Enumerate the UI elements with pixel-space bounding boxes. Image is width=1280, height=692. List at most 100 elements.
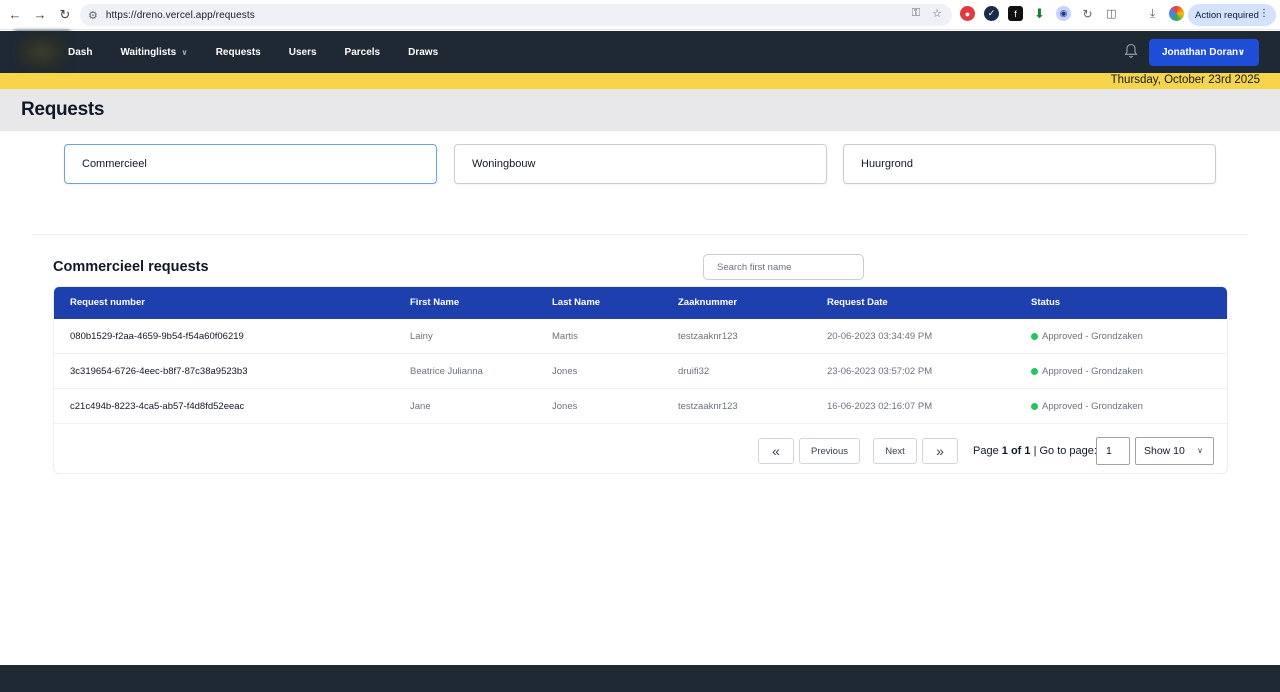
tile-label: Commercieel xyxy=(82,158,147,170)
page-word: Page xyxy=(973,445,999,457)
cell-first-name: Jane xyxy=(410,401,431,412)
nav-item-parcels[interactable]: Parcels xyxy=(345,47,381,58)
next-label: Next xyxy=(885,445,905,457)
column-header[interactable]: Request number xyxy=(70,297,145,308)
extension-check-icon[interactable]: ✓ xyxy=(984,6,999,21)
tile-label: Huurgrond xyxy=(861,158,913,170)
extensions-puzzle-icon[interactable]: ◫ xyxy=(1104,6,1119,21)
url-text: https://dreno.vercel.app/requests xyxy=(105,9,255,21)
column-header[interactable]: Zaaknummer xyxy=(678,297,737,308)
cell-request-number: 080b1529-f2aa-4659-9b54-f54a60f06219 xyxy=(70,331,244,342)
page-size-value: Show 10 xyxy=(1144,445,1185,457)
profile-avatar-icon[interactable] xyxy=(1169,6,1184,21)
nav-item-label: Waitinglists xyxy=(120,46,177,58)
chevron-down-icon: ∨ xyxy=(181,47,188,57)
nav-item-label: Draws xyxy=(408,46,439,58)
column-header[interactable]: Request Date xyxy=(827,297,888,308)
more-vert-icon: ⋮ xyxy=(1259,8,1269,19)
go-to-page-input[interactable] xyxy=(1096,437,1130,465)
nav-item-requests[interactable]: Requests xyxy=(216,47,261,58)
date-banner: Thursday, October 23rd 2025 xyxy=(0,73,1280,89)
cell-zaaknummer: testzaaknr123 xyxy=(678,401,738,412)
forward-icon[interactable]: → xyxy=(29,4,51,26)
nav-item-users[interactable]: Users xyxy=(289,47,317,58)
nav-item-dash[interactable]: Dash xyxy=(68,47,92,58)
download-arrow-icon[interactable]: ⬇ xyxy=(1032,6,1047,21)
status-text: Approved - Grondzaken xyxy=(1042,401,1143,412)
cell-request-date: 16-06-2023 02:16:07 PM xyxy=(827,401,933,412)
table-row[interactable]: 080b1529-f2aa-4659-9b54-f54a60f06219 Lai… xyxy=(54,319,1227,354)
reload-icon[interactable]: ↻ xyxy=(54,4,76,26)
nav-item-label: Dash xyxy=(68,46,93,58)
table-row[interactable]: 3c319654-6726-4eec-b8f7-87c38a9523b3 Bea… xyxy=(54,354,1227,389)
search-input[interactable] xyxy=(703,254,864,280)
cell-status: Approved - Grondzaken xyxy=(1031,331,1143,342)
nav-item-draws[interactable]: Draws xyxy=(408,47,438,58)
status-dot-icon xyxy=(1031,332,1038,340)
nav-item-waitinglists[interactable]: Waitinglists ∨ xyxy=(120,47,187,58)
extension-f-icon[interactable]: f xyxy=(1008,6,1023,21)
downloads-icon[interactable]: ⤓ xyxy=(1145,6,1160,21)
column-header[interactable]: First Name xyxy=(410,297,459,308)
cell-request-number: c21c494b-8223-4ca5-ab57-f4d8fd52eeac xyxy=(70,401,245,412)
cell-request-number: 3c319654-6726-4eec-b8f7-87c38a9523b3 xyxy=(70,366,248,377)
cell-first-name: Lainy xyxy=(410,331,433,342)
nav-item-label: Parcels xyxy=(344,46,381,58)
tile-huurgrond[interactable]: Huurgrond xyxy=(843,144,1216,184)
password-key-icon[interactable]: ⚿ xyxy=(912,7,920,20)
bookmark-star-icon[interactable]: ☆ xyxy=(932,7,942,20)
extension-globe-icon[interactable]: ◉ xyxy=(1056,6,1071,21)
page-header: Requests xyxy=(0,89,1280,131)
column-header[interactable]: Status xyxy=(1031,297,1060,308)
next-page-button[interactable]: Next xyxy=(873,438,917,464)
table-row[interactable]: c21c494b-8223-4ca5-ab57-f4d8fd52eeac Jan… xyxy=(54,389,1227,424)
status-text: Approved - Grondzaken xyxy=(1042,331,1143,342)
cell-status: Approved - Grondzaken xyxy=(1031,366,1143,377)
tile-commercieel[interactable]: Commercieel xyxy=(64,144,437,184)
site-info-icon[interactable]: ⚙ xyxy=(88,9,98,22)
user-name: Jonathan Doran xyxy=(1162,47,1239,58)
footer xyxy=(0,665,1280,692)
last-page-button[interactable]: » xyxy=(922,438,958,464)
page-size-select[interactable]: Show 10 ∨ xyxy=(1135,437,1214,465)
extension-refresh-icon[interactable]: ↻ xyxy=(1080,6,1095,21)
cell-last-name: Jones xyxy=(552,366,578,377)
cell-first-name: Beatrice Julianna xyxy=(410,366,483,377)
double-chevron-right-icon: » xyxy=(936,443,944,459)
nav-item-label: Requests xyxy=(215,46,261,58)
tile-woningbouw[interactable]: Woningbouw xyxy=(454,144,827,184)
action-required-label: Action required xyxy=(1195,9,1259,21)
table-header: Request number First Name Last Name Zaak… xyxy=(54,287,1227,319)
action-required-button[interactable]: Action required ⋮ xyxy=(1188,4,1276,26)
chevron-down-icon: ∨ xyxy=(1237,47,1245,57)
current-date: Thursday, October 23rd 2025 xyxy=(1110,74,1260,86)
nav-menu: Dash Waitinglists ∨ Requests Users Parcel… xyxy=(68,31,466,73)
column-header[interactable]: Last Name xyxy=(552,297,600,308)
back-icon[interactable]: ← xyxy=(4,4,26,26)
status-text: Approved - Grondzaken xyxy=(1042,366,1143,377)
nav-item-label: Users xyxy=(288,46,317,58)
extension-red-icon[interactable]: ● xyxy=(960,6,975,21)
cell-zaaknummer: druifi32 xyxy=(678,366,710,377)
previous-page-button[interactable]: Previous xyxy=(799,438,860,464)
address-bar[interactable]: ⚙ https://dreno.vercel.app/requests ⚿ ☆ xyxy=(80,4,952,26)
cell-request-date: 20-06-2023 03:34:49 PM xyxy=(827,331,933,342)
first-page-button[interactable]: « xyxy=(758,438,794,464)
chevron-down-icon: ∨ xyxy=(1197,446,1203,455)
page-indicator: Page 1 of 1 | Go to page: xyxy=(973,445,1097,457)
section-divider xyxy=(32,234,1248,235)
browser-toolbar: ← → ↻ ⚙ https://dreno.vercel.app/request… xyxy=(0,0,1280,30)
app-navbar: Dash Waitinglists ∨ Requests Users Parcel… xyxy=(0,31,1280,73)
section-title: Commercieel requests xyxy=(53,259,209,275)
go-to-page-label: | Go to page: xyxy=(1033,445,1097,457)
cell-status: Approved - Grondzaken xyxy=(1031,401,1143,412)
double-chevron-left-icon: « xyxy=(772,443,780,459)
cell-request-date: 23-06-2023 03:57:02 PM xyxy=(827,366,933,377)
page-title: Requests xyxy=(21,99,105,120)
user-menu-button[interactable]: Jonathan Doran ∨ xyxy=(1149,39,1259,66)
bell-icon[interactable] xyxy=(1124,43,1138,59)
page-count: 1 of 1 xyxy=(1001,445,1031,457)
status-dot-icon xyxy=(1031,367,1038,375)
logo[interactable] xyxy=(14,31,70,73)
tile-label: Woningbouw xyxy=(472,158,536,170)
